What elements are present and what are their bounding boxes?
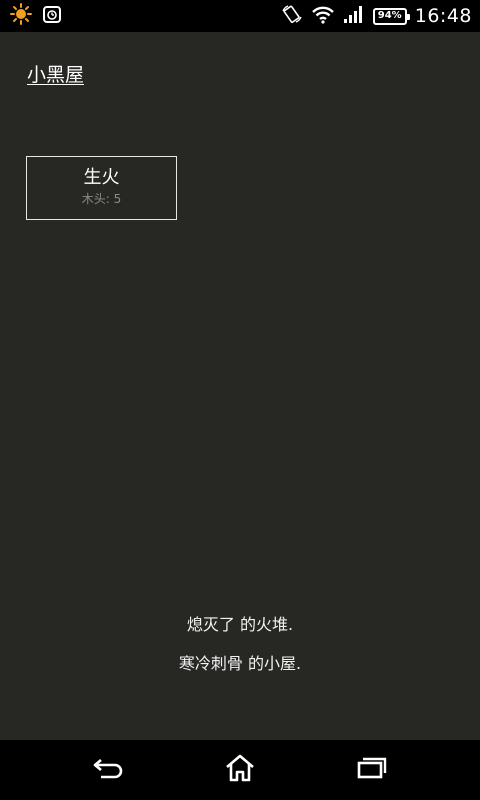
- status-bar: 94% 16:48: [0, 0, 480, 32]
- navigation-bar: [0, 740, 480, 800]
- light-fire-cost: 木头: 5: [81, 192, 122, 206]
- home-icon: [224, 753, 256, 787]
- location-header-link[interactable]: 小黑屋: [27, 60, 84, 87]
- app-screen: 94% 16:48 小黑屋 生火 木头: 5 熄灭了 的火堆. 寒冷刺骨 的小屋…: [0, 0, 480, 800]
- notification-line: 熄灭了 的火堆.: [186, 615, 294, 634]
- recent-apps-icon: [356, 756, 388, 784]
- status-time: 16:48: [414, 5, 472, 27]
- battery-level: 94%: [377, 10, 402, 21]
- back-icon: [91, 755, 125, 785]
- alarm-icon: [42, 4, 62, 28]
- home-button[interactable]: [220, 752, 260, 788]
- notification-line: 寒冷刺骨 的小屋.: [178, 654, 302, 673]
- light-fire-button[interactable]: 生火 木头: 5: [26, 156, 177, 220]
- status-bar-right: 94% 16:48: [281, 0, 472, 32]
- wifi-icon: [311, 4, 335, 28]
- rotation-icon: [281, 4, 303, 28]
- back-button[interactable]: [88, 752, 128, 788]
- weather-sun-icon: [10, 3, 32, 29]
- battery-icon: 94%: [372, 7, 410, 25]
- status-bar-left: [10, 3, 62, 29]
- recent-apps-button[interactable]: [352, 752, 392, 788]
- light-fire-label: 生火: [83, 167, 120, 188]
- notification-log: 熄灭了 的火堆. 寒冷刺骨 的小屋.: [0, 615, 480, 693]
- signal-icon: [343, 4, 365, 28]
